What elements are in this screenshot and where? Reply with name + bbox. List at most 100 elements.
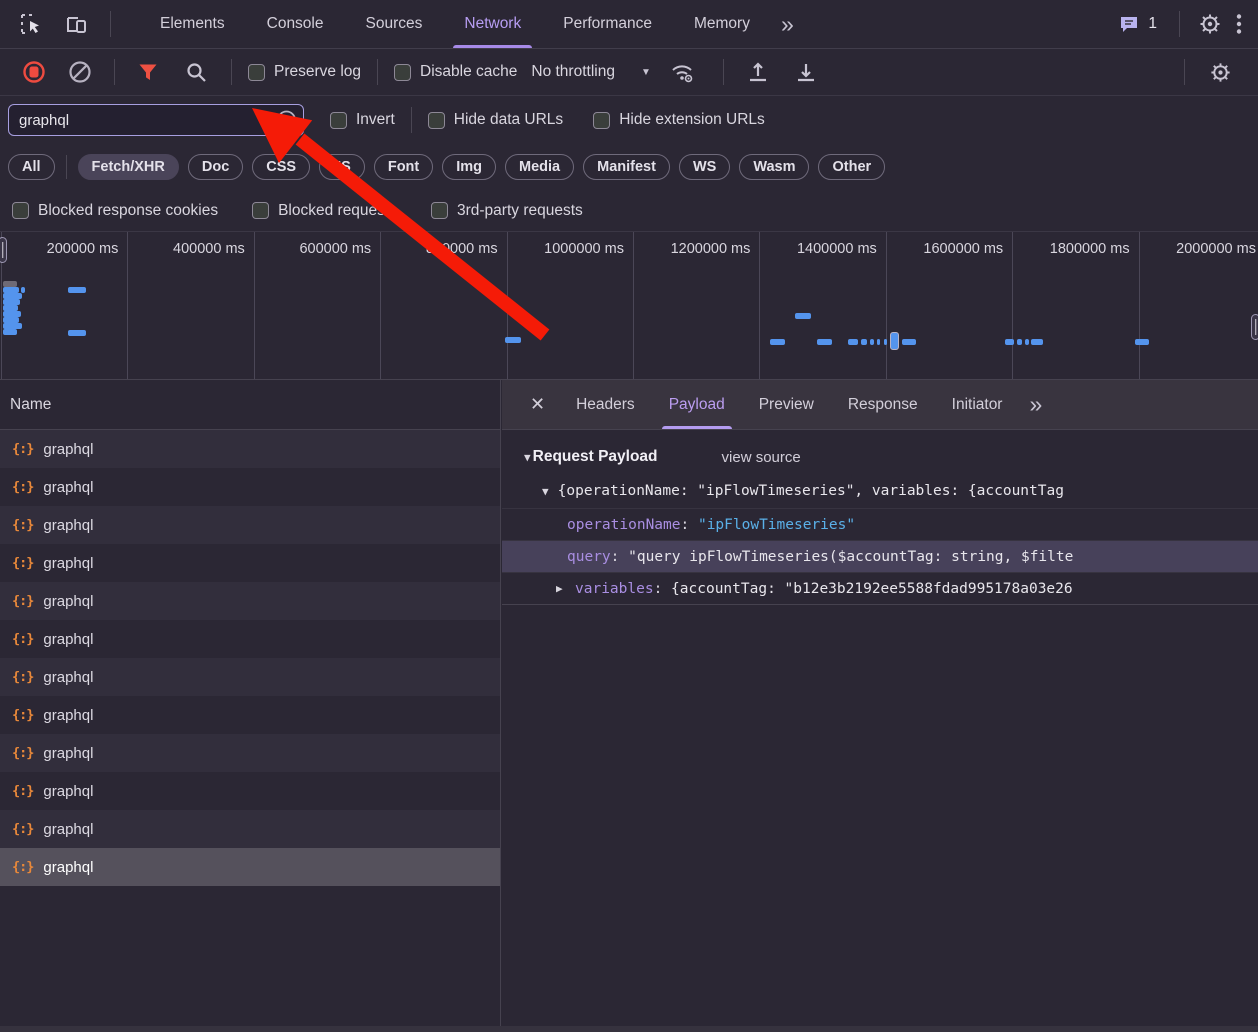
chip-manifest[interactable]: Manifest: [583, 154, 670, 180]
json-braces-icon: {:}: [12, 517, 34, 533]
chip-wasm[interactable]: Wasm: [739, 154, 810, 180]
payload-colon: :: [680, 516, 698, 533]
request-row[interactable]: {:} graphql: [0, 620, 500, 658]
checkbox-box[interactable]: [430, 202, 448, 219]
timeline-left-handle[interactable]: [0, 237, 7, 263]
inspect-element-icon[interactable]: [10, 11, 52, 37]
request-row[interactable]: {:} graphql: [0, 506, 500, 544]
hide-extension-urls-checkbox[interactable]: Hide extension URLs: [593, 111, 765, 129]
details-tab-response[interactable]: Response: [831, 380, 935, 429]
blocked-requests-checkbox[interactable]: Blocked requests: [252, 202, 397, 220]
timeline-column: 200000 ms: [1, 232, 127, 379]
timeline-tick-label: 1600000 ms: [923, 241, 1004, 257]
preserve-log-checkbox[interactable]: Preserve log: [248, 63, 361, 81]
chip-img[interactable]: Img: [442, 154, 497, 180]
checkbox-box[interactable]: [394, 63, 412, 81]
request-row[interactable]: {:} graphql: [0, 772, 500, 810]
payload-colon: :: [610, 548, 629, 565]
third-party-requests-checkbox[interactable]: 3rd-party requests: [430, 202, 583, 220]
chip-media[interactable]: Media: [505, 154, 575, 180]
tab-console[interactable]: Console: [246, 0, 345, 48]
request-row[interactable]: {:} graphql: [0, 582, 500, 620]
search-icon[interactable]: [171, 61, 221, 83]
collapse-triangle-icon[interactable]: ▼: [542, 485, 549, 498]
tab-memory[interactable]: Memory: [673, 0, 771, 48]
chip-css[interactable]: CSS: [252, 154, 311, 180]
request-name: graphql: [43, 744, 94, 762]
kebab-menu-icon[interactable]: [1230, 13, 1248, 35]
timeline-tick-label: 1800000 ms: [1049, 241, 1130, 257]
toolbar-separator: [722, 59, 724, 85]
expand-triangle-icon[interactable]: ▶: [556, 582, 563, 595]
checkbox-box[interactable]: [12, 202, 29, 219]
details-tab-initiator[interactable]: Initiator: [935, 380, 1020, 429]
chip-fetch-xhr[interactable]: Fetch/XHR: [77, 154, 179, 180]
device-toolbar-icon[interactable]: [52, 12, 100, 36]
chip-doc[interactable]: Doc: [187, 154, 244, 180]
request-row[interactable]: {:} graphql: [0, 734, 500, 772]
details-tab-preview[interactable]: Preview: [742, 380, 831, 429]
filter-input[interactable]: [8, 104, 304, 136]
hide-data-urls-checkbox[interactable]: Hide data URLs: [427, 111, 563, 129]
collapse-triangle-icon[interactable]: ▼: [524, 451, 531, 464]
network-settings-gear-icon[interactable]: [1195, 61, 1246, 84]
more-details-tabs-icon[interactable]: »: [1019, 380, 1052, 429]
request-row[interactable]: {:} graphql: [0, 658, 500, 696]
tab-network[interactable]: Network: [443, 0, 542, 48]
request-name: graphql: [43, 592, 94, 610]
request-row[interactable]: {:} graphql: [0, 810, 500, 848]
payload-root-row[interactable]: ▼ {operationName: "ipFlowTimeseries", va…: [502, 474, 1258, 508]
timeline-request-bar: [902, 339, 916, 345]
payload-item-operationName[interactable]: operationName: "ipFlowTimeseries": [502, 508, 1258, 540]
details-tab-headers[interactable]: Headers: [559, 380, 652, 429]
tab-sources[interactable]: Sources: [345, 0, 444, 48]
request-row[interactable]: {:} graphql: [0, 544, 500, 582]
payload-item-variables[interactable]: ▶ variables: {accountTag: "b12e3b2192ee55…: [502, 572, 1258, 604]
import-har-icon[interactable]: [734, 60, 782, 84]
toolbar-separator: [1179, 11, 1180, 37]
toolbar-separator: [377, 59, 379, 85]
network-conditions-icon[interactable]: [651, 60, 713, 84]
request-row[interactable]: {:} graphql: [0, 430, 500, 468]
view-source-link[interactable]: view source: [722, 449, 801, 466]
filter-funnel-icon[interactable]: [125, 61, 171, 83]
more-tabs-icon[interactable]: »: [771, 12, 804, 36]
request-row[interactable]: {:} graphql: [0, 848, 500, 886]
chip-font[interactable]: Font: [373, 154, 434, 180]
timeline-request-bar: [68, 287, 86, 293]
checkbox-box[interactable]: [427, 111, 445, 129]
timeline-right-handle[interactable]: [1251, 314, 1258, 340]
chip-separator: [65, 155, 67, 179]
name-column-header[interactable]: Name: [0, 380, 500, 430]
blocked-response-cookies-checkbox[interactable]: Blocked response cookies: [12, 202, 218, 220]
disable-cache-checkbox[interactable]: Disable cache: [394, 63, 517, 81]
request-row[interactable]: {:} graphql: [0, 696, 500, 734]
checkbox-box[interactable]: [330, 111, 347, 129]
chip-js[interactable]: JS: [319, 154, 365, 180]
clear-filter-icon[interactable]: [276, 110, 297, 131]
request-row[interactable]: {:} graphql: [0, 468, 500, 506]
tab-elements[interactable]: Elements: [139, 0, 246, 48]
invert-checkbox[interactable]: Invert: [330, 111, 395, 129]
request-name: graphql: [43, 478, 94, 496]
throttling-select[interactable]: No throttling ▼: [531, 63, 650, 81]
payload-item-query[interactable]: query: "query ipFlowTimeseries($accountT…: [502, 540, 1258, 572]
clear-icon[interactable]: [56, 60, 104, 84]
record-icon[interactable]: [12, 60, 56, 84]
request-name: graphql: [43, 630, 94, 648]
request-name: graphql: [43, 668, 94, 686]
blocked-response-cookies-label: Blocked response cookies: [38, 201, 219, 219]
checkbox-box[interactable]: [593, 111, 611, 129]
settings-gear-icon[interactable]: [1198, 12, 1222, 36]
tab-performance[interactable]: Performance: [542, 0, 673, 48]
chip-ws[interactable]: WS: [678, 154, 731, 180]
issues-message-icon[interactable]: [1118, 13, 1140, 35]
checkbox-box[interactable]: [248, 63, 265, 81]
chip-all[interactable]: All: [8, 154, 55, 180]
close-details-icon[interactable]: ✕: [516, 380, 559, 429]
details-tab-payload[interactable]: Payload: [652, 380, 742, 429]
export-har-icon[interactable]: [782, 60, 830, 84]
checkbox-box[interactable]: [252, 202, 270, 219]
timeline-overview[interactable]: 200000 ms 400000 ms 600000 ms 800000 ms 1000…: [0, 232, 1258, 380]
chip-other[interactable]: Other: [818, 154, 886, 180]
